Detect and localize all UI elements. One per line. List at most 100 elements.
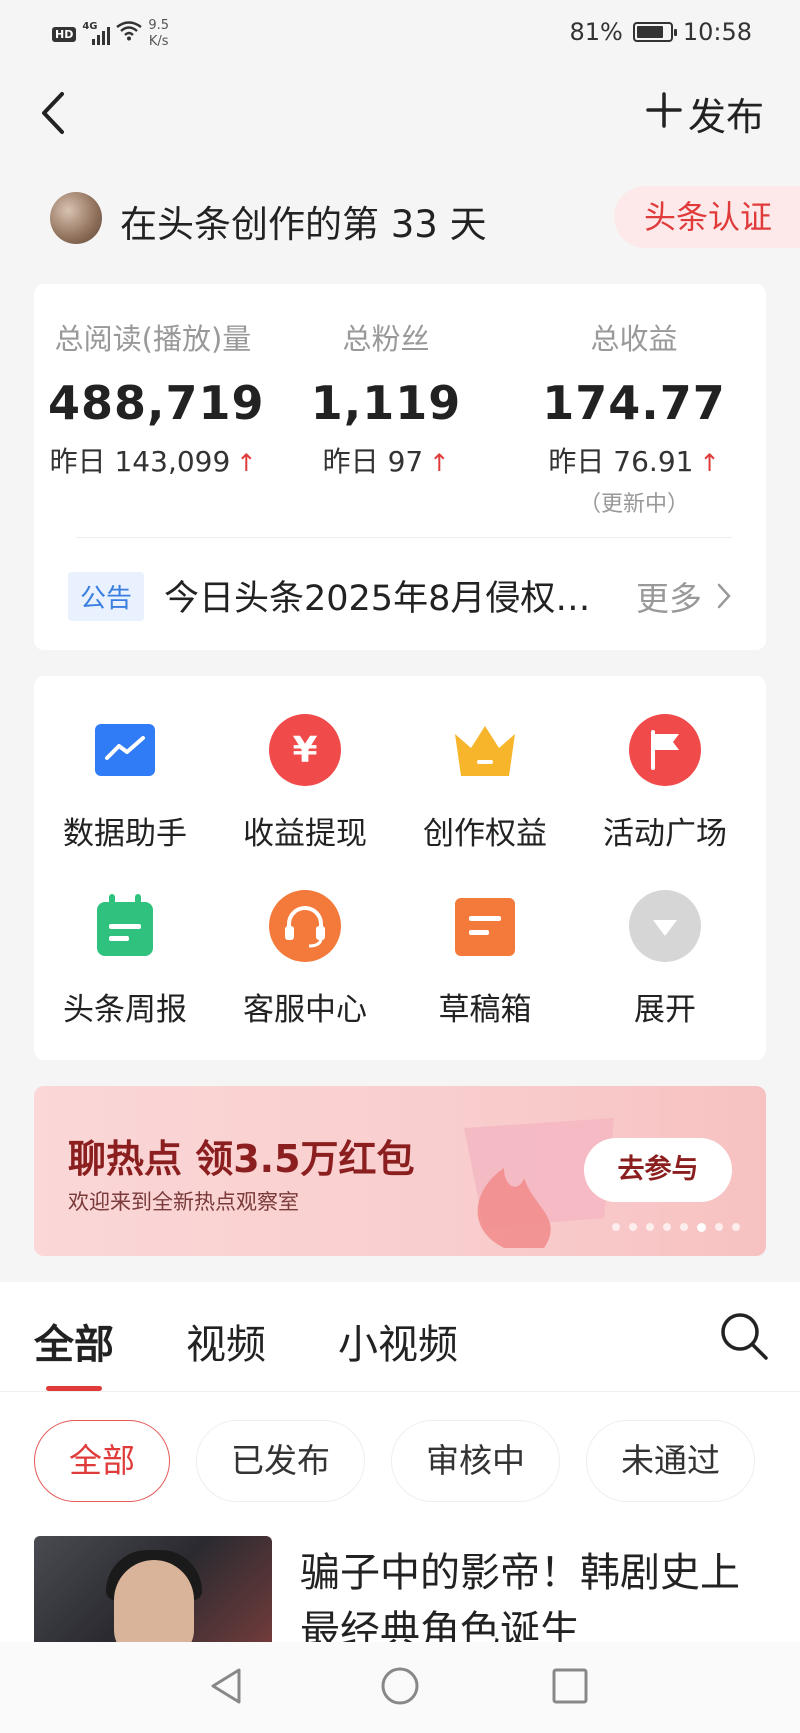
stat-label: 总粉丝 xyxy=(342,322,430,356)
yuan-icon: ¥ xyxy=(269,714,341,786)
wifi-icon xyxy=(116,21,143,47)
tool-label: 收益提现 xyxy=(243,816,367,852)
battery-percent: 81% xyxy=(569,18,623,46)
tool-label: 数据助手 xyxy=(63,816,187,852)
notice-text[interactable]: 今日头条2025年8月侵权… xyxy=(164,570,590,621)
stat-value: 1,119 xyxy=(310,376,462,430)
status-left: HD 4G 9.5 K/s xyxy=(52,18,169,50)
up-arrow-icon: ↑ xyxy=(699,449,720,477)
up-arrow-icon: ↑ xyxy=(429,449,450,477)
status-right: 81% 10:58 xyxy=(569,18,752,46)
banner-subtitle: 欢迎来到全新热点观察室 xyxy=(68,1190,299,1214)
circle-home-icon xyxy=(381,1667,419,1705)
square-recents-icon xyxy=(552,1668,588,1704)
creator-days-title: 在头条创作的第 33 天 xyxy=(120,203,487,246)
stat-yesterday: 昨日 76.91 ↑ xyxy=(548,445,720,478)
nav-recents-button[interactable] xyxy=(548,1664,592,1708)
publish-button[interactable]: 发布 xyxy=(646,88,764,139)
carousel-dot[interactable] xyxy=(732,1223,740,1231)
stat-label: 总阅读(播放)量 xyxy=(54,322,252,356)
carousel-dot[interactable] xyxy=(646,1223,654,1231)
chevron-left-icon xyxy=(42,92,64,134)
carousel-dots xyxy=(612,1223,740,1232)
avatar[interactable] xyxy=(50,192,102,244)
chevron-right-icon xyxy=(717,583,731,609)
tool-label: 客服中心 xyxy=(243,992,367,1028)
plus-icon xyxy=(646,88,682,139)
expand-icon xyxy=(629,890,701,962)
tool-expand[interactable]: 展开 xyxy=(580,890,750,1029)
stats-card: 总阅读(播放)量 488,719 昨日 143,099 ↑ 总粉丝 1,119 昨… xyxy=(34,284,766,650)
status-filters: 全部 已发布 审核中 未通过 xyxy=(34,1420,755,1502)
network-speed: 9.5 K/s xyxy=(148,18,169,50)
tool-drafts[interactable]: 草稿箱 xyxy=(400,890,570,1029)
join-button[interactable]: 去参与 xyxy=(584,1138,732,1202)
carousel-dot[interactable] xyxy=(697,1223,706,1232)
search-icon xyxy=(721,1313,768,1360)
triangle-back-icon xyxy=(211,1668,241,1704)
notice-more-link[interactable]: 更多 xyxy=(636,572,732,620)
tool-label: 活动广场 xyxy=(603,816,727,852)
promo-banner[interactable]: 聊热点 领3.5万红包 欢迎来到全新热点观察室 去参与 xyxy=(34,1086,766,1256)
updating-note: （更新中） xyxy=(578,492,689,517)
stat-total-fans[interactable]: 总粉丝 1,119 昨日 97 ↑ xyxy=(296,316,476,480)
back-button[interactable] xyxy=(34,88,74,138)
search-button[interactable] xyxy=(718,1310,770,1362)
publish-label: 发布 xyxy=(687,94,764,139)
filter-reviewing[interactable]: 审核中 xyxy=(391,1420,560,1502)
calendar-icon xyxy=(89,890,161,962)
svg-text:¥: ¥ xyxy=(292,730,317,771)
status-bar: HD 4G 9.5 K/s 81% 10:58 xyxy=(0,0,800,70)
nav-back-button[interactable] xyxy=(205,1664,249,1708)
speed-unit: K/s xyxy=(148,34,169,49)
stat-total-income[interactable]: 总收益 174.77 昨日 76.91 ↑ （更新中） xyxy=(534,316,734,518)
certification-badge[interactable]: 头条认证 xyxy=(613,186,800,248)
active-tab-indicator xyxy=(46,1386,102,1391)
stat-label: 总收益 xyxy=(590,322,678,356)
tool-activity-plaza[interactable]: 活动广场 xyxy=(580,714,750,853)
headset-icon xyxy=(269,890,341,962)
carousel-dot[interactable] xyxy=(629,1223,637,1231)
tab-short-video[interactable]: 小视频 xyxy=(338,1312,458,1370)
carousel-dot[interactable] xyxy=(612,1223,620,1231)
banner-title: 聊热点 领3.5万红包 xyxy=(68,1137,415,1181)
system-nav-bar xyxy=(0,1642,800,1733)
tool-data-assistant[interactable]: 数据助手 xyxy=(40,714,210,853)
tool-label: 草稿箱 xyxy=(438,992,532,1028)
draft-icon xyxy=(449,890,521,962)
stat-yesterday: 昨日 143,099 ↑ xyxy=(49,445,257,478)
carousel-dot[interactable] xyxy=(663,1223,671,1231)
tool-creator-benefits[interactable]: 创作权益 xyxy=(400,714,570,853)
clock: 10:58 xyxy=(682,18,752,46)
notice-tag: 公告 xyxy=(68,572,145,621)
tab-all[interactable]: 全部 xyxy=(34,1312,114,1370)
crown-icon xyxy=(449,714,521,786)
chart-icon xyxy=(89,714,161,786)
signal-icon: 4G xyxy=(82,21,111,45)
flag-icon xyxy=(629,714,701,786)
filter-rejected[interactable]: 未通过 xyxy=(586,1420,755,1502)
filter-all[interactable]: 全部 xyxy=(34,1420,170,1502)
nav-home-button[interactable] xyxy=(378,1664,422,1708)
stat-total-reads[interactable]: 总阅读(播放)量 488,719 昨日 143,099 ↑ xyxy=(48,316,265,480)
hd-badge: HD xyxy=(52,26,77,42)
stat-value: 174.77 xyxy=(542,376,726,430)
content-tabs: 全部 视频 小视频 xyxy=(0,1282,800,1392)
more-label: 更多 xyxy=(636,579,702,618)
stat-value: 488,719 xyxy=(48,376,265,430)
speed-value: 9.5 xyxy=(148,18,170,33)
carousel-dot[interactable] xyxy=(715,1223,723,1231)
tool-label: 展开 xyxy=(634,992,696,1028)
battery-icon xyxy=(632,22,677,42)
filter-published[interactable]: 已发布 xyxy=(196,1420,365,1502)
tool-income-withdraw[interactable]: ¥ 收益提现 xyxy=(220,714,390,853)
tool-label: 头条周报 xyxy=(63,992,187,1028)
carousel-dot[interactable] xyxy=(680,1223,688,1231)
tool-weekly-report[interactable]: 头条周报 xyxy=(40,890,210,1029)
tool-customer-service[interactable]: 客服中心 xyxy=(220,890,390,1029)
tool-label: 创作权益 xyxy=(423,816,547,852)
tools-card: 数据助手 ¥ 收益提现 创作权益 活动广场 头条周报 客服中心 草稿箱 展开 xyxy=(34,676,766,1060)
network-type: 4G xyxy=(82,21,98,32)
up-arrow-icon: ↑ xyxy=(236,449,257,477)
tab-video[interactable]: 视频 xyxy=(186,1312,266,1370)
